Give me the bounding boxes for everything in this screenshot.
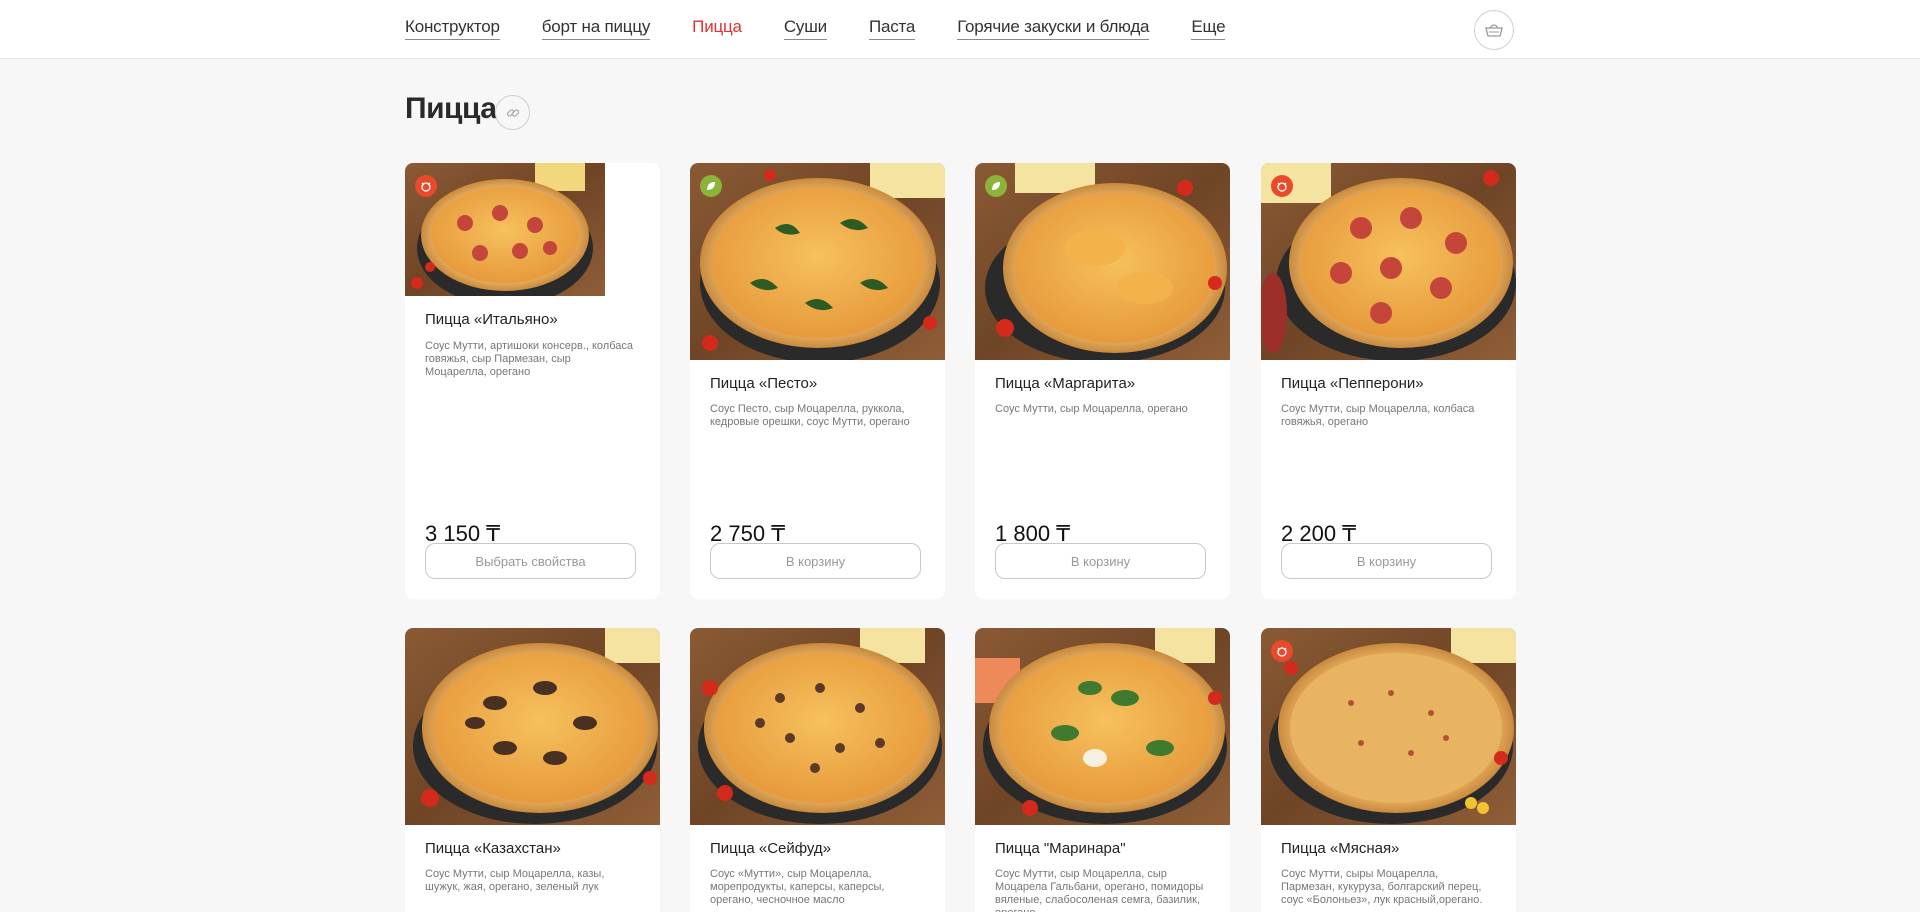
category-nav: Конструктор борт на пиццу Пицца Суши Пас… (405, 17, 1267, 40)
product-description: Соус «Мутти», сыр Моцарелла, морепродукт… (710, 868, 885, 906)
page-title: Пицца (405, 92, 497, 125)
leaf-icon (985, 175, 1007, 197)
basket-button[interactable] (1474, 10, 1514, 50)
product-name[interactable]: Пицца «Пепперони» (1281, 375, 1424, 392)
product-card: Пицца «Пепперони» Соус Мутти, сыр Моцаре… (1261, 163, 1516, 599)
product-photo[interactable] (975, 628, 1230, 825)
product-description: Соус Мутти, сыры Моцарелла, Пармезан, ку… (1281, 868, 1483, 906)
product-description: Соус Мутти, сыр Моцарелла, орегано (995, 403, 1188, 415)
nav-item-pizza[interactable]: Пицца (692, 17, 742, 40)
product-name[interactable]: Пицца "Маринара" (995, 840, 1126, 857)
product-photo[interactable] (690, 163, 945, 360)
product-name[interactable]: Пицца «Мясная» (1281, 840, 1399, 857)
nav-item-more[interactable]: Еще (1191, 17, 1226, 40)
nav-item-constructor[interactable]: Конструктор (405, 17, 500, 40)
meat-icon (415, 175, 437, 197)
product-name[interactable]: Пицца «Казахстан» (425, 840, 561, 857)
nav-item-hot-snacks[interactable]: Горячие закуски и блюда (957, 17, 1150, 40)
add-to-cart-button[interactable]: В корзину (1281, 543, 1492, 579)
product-name[interactable]: Пицца «Маргарита» (995, 375, 1135, 392)
leaf-icon (700, 175, 722, 197)
product-name[interactable]: Пицца «Сейфуд» (710, 840, 831, 857)
product-photo[interactable] (1261, 163, 1516, 360)
product-card: Пицца «Казахстан» Соус Мутти, сыр Моцаре… (405, 628, 660, 912)
meat-icon (1271, 640, 1293, 662)
product-card: Пицца «Сейфуд» Соус «Мутти», сыр Моцарел… (690, 628, 945, 912)
nav-item-sushi[interactable]: Суши (783, 17, 827, 40)
link-icon (506, 108, 519, 117)
product-photo[interactable] (690, 628, 945, 825)
product-card: Пицца «Песто» Соус Песто, сыр Моцарелла,… (690, 163, 945, 599)
product-photo[interactable] (1261, 628, 1516, 825)
nav-item-pasta[interactable]: Паста (868, 17, 915, 40)
top-navigation-bar: Конструктор борт на пиццу Пицца Суши Пас… (0, 0, 1920, 59)
product-card: Пицца «Маргарита» Соус Мутти, сыр Моцаре… (975, 163, 1230, 599)
product-description: Соус Мутти, сыр Моцарелла, сыр Моцарела … (995, 868, 1204, 912)
product-name[interactable]: Пицца «Итальяно» (425, 311, 558, 328)
product-description: Соус Мутти, сыр Моцарелла, колбаса говяж… (1281, 403, 1475, 428)
product-photo[interactable] (405, 628, 660, 825)
basket-icon (1485, 24, 1503, 37)
product-description: Соус Песто, сыр Моцарелла, руккола, кедр… (710, 403, 910, 428)
add-to-cart-button[interactable]: В корзину (995, 543, 1206, 579)
product-card: Пицца "Маринара" Соус Мутти, сыр Моцарел… (975, 628, 1230, 912)
product-photo[interactable] (975, 163, 1230, 360)
copy-link-button[interactable] (495, 95, 530, 130)
product-description: Соус Мутти, артишоки консерв., колбаса г… (425, 340, 634, 378)
add-to-cart-button[interactable]: В корзину (710, 543, 921, 579)
product-photo[interactable] (405, 163, 605, 296)
meat-icon (1271, 175, 1293, 197)
product-description: Соус Мутти, сыр Моцарелла, казы, шужук, … (425, 868, 605, 893)
product-card: Пицца «Итальяно» Соус Мутти, артишоки ко… (405, 163, 660, 599)
product-name[interactable]: Пицца «Песто» (710, 375, 817, 392)
nav-item-pizza-crust[interactable]: борт на пиццу (541, 17, 650, 40)
choose-options-button[interactable]: Выбрать свойства (425, 543, 636, 579)
product-card: Пицца «Мясная» Соус Мутти, сыры Моцарелл… (1261, 628, 1516, 912)
